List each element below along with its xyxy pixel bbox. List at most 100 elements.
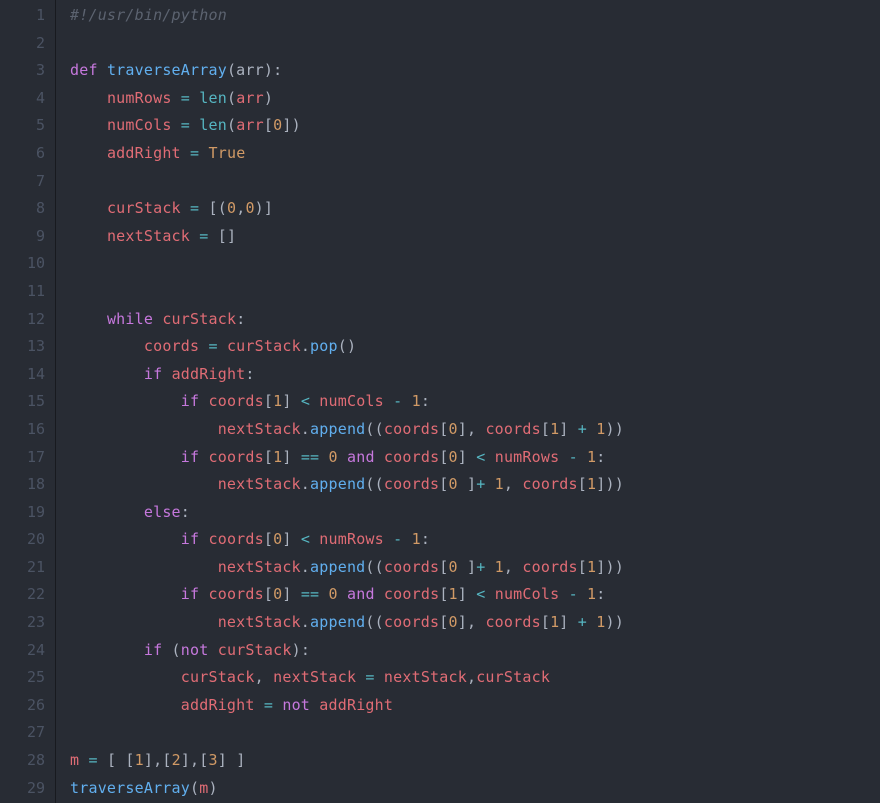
code-line[interactable] [70,719,880,747]
code-line[interactable] [70,168,880,196]
code-line[interactable] [70,30,880,58]
code-token: + [578,613,587,631]
code-token: [ [541,613,550,631]
line-number: 5 [0,112,45,140]
code-token: - [569,448,578,466]
code-token: numRows [107,89,172,107]
code-token [190,227,199,245]
code-token: numRows [319,530,384,548]
code-editor[interactable]: #!/usr/bin/python def traverseArray(arr)… [56,0,880,803]
code-line[interactable]: curStack, nextStack = nextStack,curStack [70,664,880,692]
code-token [375,585,384,603]
code-token: ): [264,61,282,79]
code-token: 2 [172,751,181,769]
code-line[interactable]: nextStack.append((coords[0], coords[1] +… [70,416,880,444]
code-token [70,227,107,245]
code-token: curStack [162,310,236,328]
code-line[interactable]: traverseArray(m) [70,775,880,803]
line-number: 14 [0,361,45,389]
code-line[interactable]: coords = curStack.pop() [70,333,880,361]
code-token: 0 [449,613,458,631]
code-token: , [504,558,522,576]
code-token: [ [578,558,587,576]
code-line[interactable]: nextStack = [] [70,223,880,251]
code-token: 1 [273,448,282,466]
code-token: ] [282,530,291,548]
code-token [402,530,411,548]
code-line[interactable]: addRight = not addRight [70,692,880,720]
code-token [458,475,467,493]
code-token [338,448,347,466]
code-token: append [310,420,365,438]
code-token [578,585,587,603]
code-token [70,448,181,466]
code-token [70,144,107,162]
code-line[interactable]: while curStack: [70,306,880,334]
code-token: ( [227,116,236,134]
code-token [199,144,208,162]
code-token: 1 [412,392,421,410]
code-token [255,696,264,714]
code-token: coords [208,585,263,603]
code-line[interactable] [70,250,880,278]
code-line[interactable]: nextStack.append((coords[0], coords[1] +… [70,609,880,637]
code-token: if [144,641,162,659]
code-line[interactable]: if coords[0] < numRows - 1: [70,526,880,554]
code-line[interactable]: m = [ [1],[2],[3] ] [70,747,880,775]
code-token: coords [208,530,263,548]
code-token: [ [439,475,448,493]
code-line[interactable]: if addRight: [70,361,880,389]
code-line[interactable]: numRows = len(arr) [70,85,880,113]
line-number: 29 [0,775,45,803]
code-line[interactable]: def traverseArray(arr): [70,57,880,85]
code-token: = [190,199,199,217]
code-token [292,585,301,603]
code-token: ] [467,558,476,576]
code-token: curStack [476,668,550,686]
code-token [273,696,282,714]
code-line[interactable]: nextStack.append((coords[0 ]+ 1, coords[… [70,554,880,582]
code-token: pop [310,337,338,355]
code-token [310,392,319,410]
code-line[interactable]: if coords[1] < numCols - 1: [70,388,880,416]
code-token: ])) [596,558,624,576]
code-line[interactable]: else: [70,499,880,527]
code-token: ] [458,448,467,466]
code-token [292,448,301,466]
code-token: [ [541,420,550,438]
code-token: (( [365,558,383,576]
code-line[interactable]: nextStack.append((coords[0 ]+ 1, coords[… [70,471,880,499]
code-token: [ [439,558,448,576]
code-token: addRight [107,144,181,162]
code-token: (( [365,613,383,631]
code-token [338,585,347,603]
code-token [559,448,568,466]
code-token: numCols [107,116,172,134]
code-line[interactable]: numCols = len(arr[0]) [70,112,880,140]
code-token [209,641,218,659]
code-token: : [596,448,605,466]
code-token: append [310,558,365,576]
code-line[interactable]: if coords[0] == 0 and coords[1] < numCol… [70,581,880,609]
code-line[interactable]: if coords[1] == 0 and coords[0] < numRow… [70,444,880,472]
code-token: [ [ [107,751,135,769]
code-token: ],[ [181,751,209,769]
code-token: ]) [282,116,300,134]
code-token [70,199,107,217]
line-number: 6 [0,140,45,168]
code-line[interactable]: addRight = True [70,140,880,168]
code-token: curStack [218,641,292,659]
code-line[interactable]: curStack = [(0,0)] [70,195,880,223]
code-line[interactable]: if (not curStack): [70,637,880,665]
line-number: 21 [0,554,45,582]
code-token: [ [264,585,273,603]
code-token: = [88,751,97,769]
code-token: traverseArray [70,779,190,797]
code-line[interactable] [70,278,880,306]
line-number: 1 [0,2,45,30]
code-token: 1 [587,448,596,466]
code-token: (( [365,475,383,493]
code-token: . [301,420,310,438]
code-line[interactable]: #!/usr/bin/python [70,2,880,30]
line-number: 15 [0,388,45,416]
